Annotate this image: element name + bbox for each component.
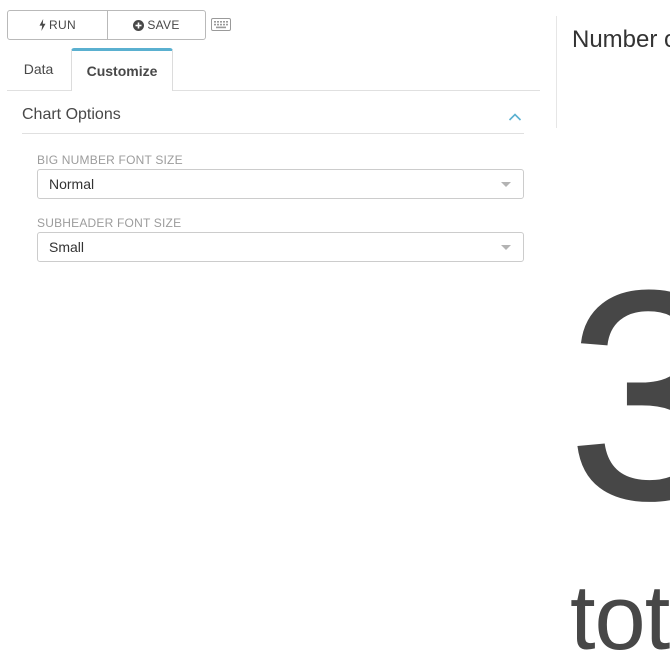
subheader-font-size-label: SUBHEADER FONT SIZE (37, 216, 182, 230)
subheader-font-size-value: Small (49, 239, 85, 255)
subheader-font-size-select[interactable]: Small (37, 232, 524, 262)
panel-divider (556, 16, 557, 128)
query-button-group: RUN SAVE (7, 10, 206, 40)
run-button[interactable]: RUN (8, 11, 108, 39)
subheader-text: tot (570, 567, 670, 660)
tab-data[interactable]: Data (7, 48, 70, 90)
big-number-font-size-label: BIG NUMBER FONT SIZE (37, 153, 183, 167)
save-button-label: SAVE (147, 18, 180, 32)
chevron-up-icon[interactable] (508, 109, 522, 121)
tab-customize[interactable]: Customize (71, 48, 173, 91)
section-title[interactable]: Chart Options (22, 106, 121, 124)
bolt-icon (39, 19, 46, 31)
big-number-font-size-select[interactable]: Normal (37, 169, 524, 199)
big-number-font-size-value: Normal (49, 176, 95, 192)
section-divider (22, 133, 524, 134)
caret-down-icon (501, 245, 511, 250)
run-button-label: RUN (49, 18, 76, 32)
explore-view: RUN SAVE Data Customize Chart Options BI… (0, 0, 670, 660)
plus-circle-icon (133, 19, 145, 31)
big-number-value: 3 (566, 227, 670, 563)
keyboard-icon[interactable] (211, 18, 231, 31)
chart-title: Number o (572, 26, 670, 53)
save-button[interactable]: SAVE (108, 11, 205, 39)
caret-down-icon (501, 182, 511, 187)
